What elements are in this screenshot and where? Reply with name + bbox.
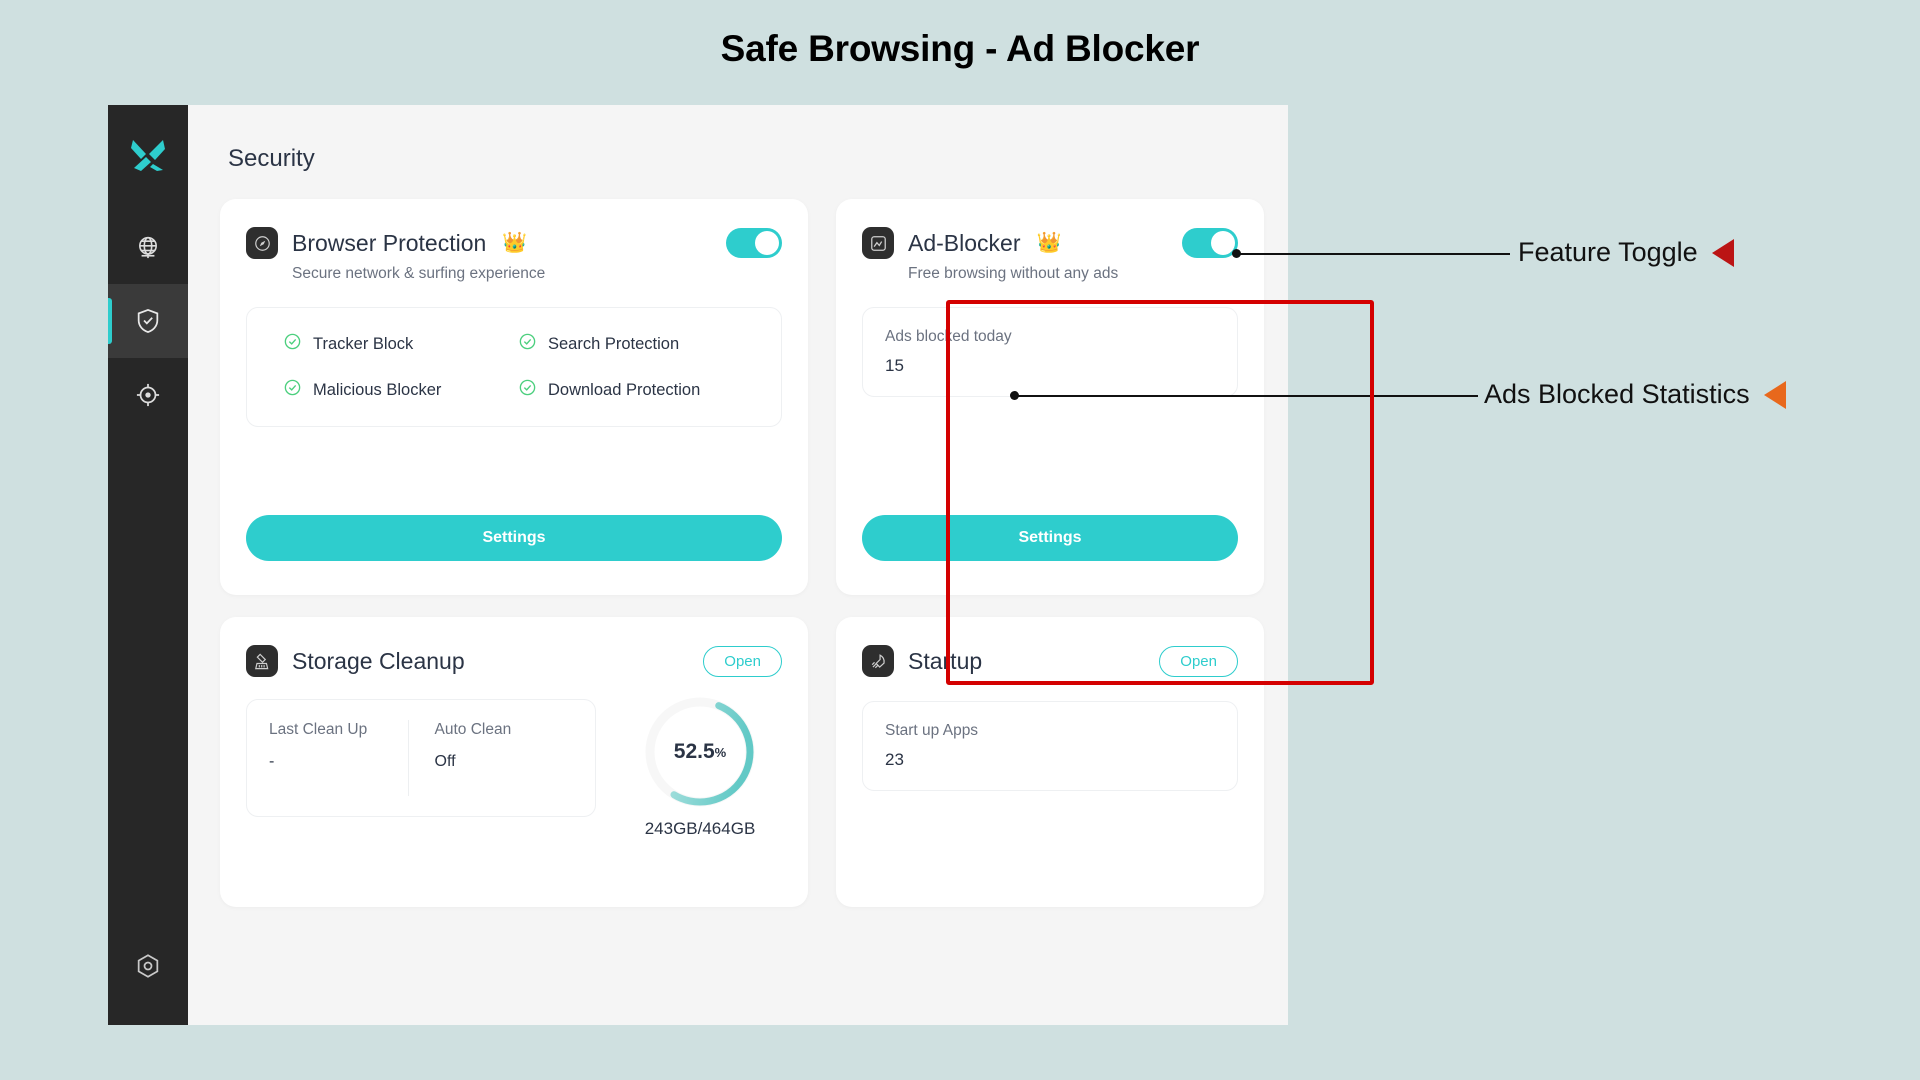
features-panel: Tracker Block Search Protection Maliciou…	[246, 307, 782, 427]
startup-apps-value: 23	[885, 750, 904, 769]
card-startup[interactable]: Startup Open Start up Apps 23	[836, 617, 1264, 907]
field-label: Last Clean Up	[269, 721, 368, 738]
target-icon	[134, 381, 162, 409]
card-browser-protection[interactable]: Browser Protection 👑 Secure network & su…	[220, 199, 808, 595]
card-subtitle: Free browsing without any ads	[908, 265, 1119, 282]
card-title: Ad-Blocker	[908, 229, 1021, 256]
donut-chart: 52.5%	[641, 693, 759, 811]
ad-blocker-settings-button[interactable]: Settings	[862, 515, 1238, 561]
card-header: Ad-Blocker 👑	[862, 227, 1238, 259]
card-ad-blocker[interactable]: Ad-Blocker 👑 Free browsing without any a…	[836, 199, 1264, 595]
card-subtitle: Secure network & surfing experience	[292, 265, 546, 282]
sidebar-item-web-protection[interactable]	[108, 210, 188, 284]
auto-clean-field: Auto Clean Off	[407, 720, 574, 796]
left-triangle-marker-icon	[1763, 380, 1786, 409]
main-content: Security Browser Protection 👑 Secure net…	[188, 105, 1300, 1025]
annotation-text: Feature Toggle	[1518, 237, 1698, 267]
check-circle-icon	[518, 332, 537, 356]
annotation-leader-line	[1018, 395, 1478, 397]
card-header: Browser Protection 👑	[246, 227, 782, 259]
ads-blocked-label: Ads blocked today	[885, 328, 1012, 345]
card-header: Storage Cleanup Open	[246, 645, 782, 677]
left-triangle-marker-icon	[1711, 238, 1734, 267]
startup-apps-panel: Start up Apps 23	[862, 701, 1238, 791]
donut-percent: 52.5%	[641, 693, 759, 811]
page-section-title: Security	[228, 145, 315, 172]
app-window: Security Browser Protection 👑 Secure net…	[108, 105, 1374, 1025]
card-title: Startup	[908, 647, 983, 674]
annotation-feature-toggle: Feature Toggle	[1518, 237, 1734, 268]
annotation-text: Ads Blocked Statistics	[1484, 379, 1750, 409]
ad-block-icon	[862, 227, 894, 259]
feature-label: Tracker Block	[313, 334, 414, 353]
toggle-knob	[755, 231, 779, 255]
compass-shield-icon	[246, 227, 278, 259]
annotation-leader-line	[1240, 253, 1510, 255]
hex-gear-icon	[134, 952, 162, 985]
storage-cleanup-open-button[interactable]: Open	[703, 645, 782, 677]
ads-blocked-panel: Ads blocked today 15	[862, 307, 1238, 397]
feature-item: Search Protection	[518, 332, 745, 356]
sidebar-item-performance[interactable]	[108, 358, 188, 432]
premium-crown-icon: 👑	[1036, 232, 1062, 254]
shield-check-icon	[134, 307, 162, 335]
feature-item: Tracker Block	[283, 332, 510, 356]
rocket-icon	[862, 645, 894, 677]
ads-blocked-value: 15	[885, 356, 904, 375]
feature-list: Tracker Block Search Protection Maliciou…	[269, 328, 759, 406]
card-title: Browser Protection	[292, 229, 487, 256]
card-storage-cleanup[interactable]: Storage Cleanup Open Last Clean Up - Aut…	[220, 617, 808, 907]
browser-protection-settings-button[interactable]: Settings	[246, 515, 782, 561]
feature-label: Search Protection	[548, 334, 680, 353]
storage-usage-chart: 52.5% 243GB/464GB	[618, 693, 782, 839]
feature-item: Download Protection	[518, 378, 745, 402]
card-title: Storage Cleanup	[292, 647, 465, 674]
storage-total-label: 243GB/464GB	[644, 819, 756, 838]
x-logo-icon	[129, 137, 167, 178]
donut-percent-value: 52.5	[673, 740, 715, 763]
startup-open-button[interactable]: Open	[1159, 645, 1238, 677]
globe-icon	[134, 233, 162, 261]
premium-crown-icon: 👑	[502, 232, 528, 254]
brush-icon	[246, 645, 278, 677]
card-header: Startup Open	[862, 645, 1238, 677]
sidebar-item-security[interactable]	[108, 284, 188, 358]
browser-protection-toggle[interactable]	[726, 228, 782, 258]
field-label: Auto Clean	[434, 721, 512, 738]
page-title: Safe Browsing - Ad Blocker	[720, 28, 1200, 69]
feature-item: Malicious Blocker	[283, 378, 510, 402]
feature-label: Malicious Blocker	[313, 380, 442, 399]
last-clean-up-field: Last Clean Up -	[269, 720, 408, 796]
check-circle-icon	[518, 378, 537, 402]
ad-blocker-toggle[interactable]	[1182, 228, 1238, 258]
storage-info-panel: Last Clean Up - Auto Clean Off	[246, 699, 596, 817]
cards-grid: Browser Protection 👑 Secure network & su…	[220, 199, 1264, 907]
field-value: -	[269, 753, 275, 771]
check-circle-icon	[283, 332, 302, 356]
app-logo	[108, 105, 188, 210]
check-circle-icon	[283, 378, 302, 402]
donut-percent-unit: %	[714, 744, 727, 760]
startup-apps-label: Start up Apps	[885, 722, 979, 739]
screenshot-stage: Safe Browsing - Ad Blocker Security Brow…	[0, 0, 1920, 1080]
feature-label: Download Protection	[548, 380, 701, 399]
annotation-ads-blocked-statistics: Ads Blocked Statistics	[1484, 379, 1786, 410]
field-value: Off	[434, 753, 456, 771]
storage-body: Last Clean Up - Auto Clean Off 52.5 % 24…	[246, 697, 782, 839]
sidebar-item-settings[interactable]	[108, 952, 188, 985]
sidebar	[108, 105, 188, 1025]
